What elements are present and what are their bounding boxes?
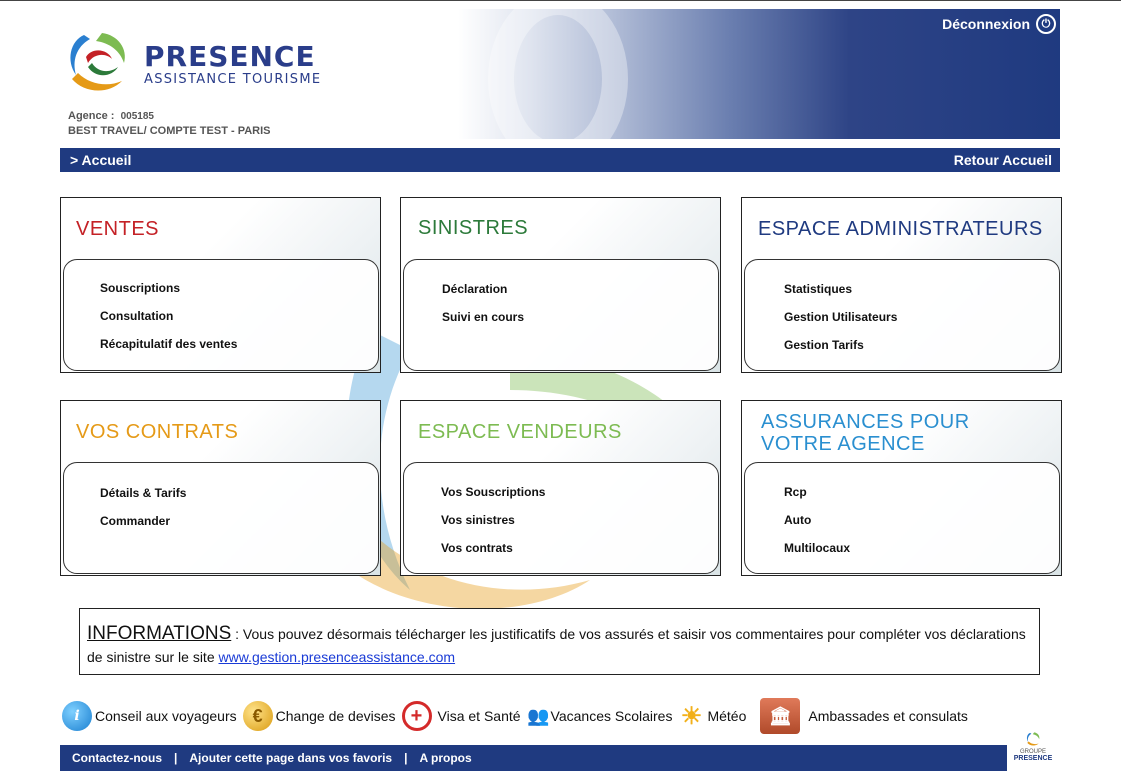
agency-info: Agence : 005185 BEST TRAVEL/ COMPTE TEST… [68,109,271,139]
services-bar: i Conseil aux voyageurs € Change de devi… [62,698,974,734]
power-icon: ⏻ [1036,14,1056,34]
footer-link-about[interactable]: A propos [419,751,471,765]
service-label: Ambassades et consulats [808,708,968,724]
brand: PRESENCE ASSISTANCE TOURISME [144,40,322,88]
footer-link-contact[interactable]: Contactez-nous [72,751,162,765]
groupe-logo-icon [1026,732,1040,746]
euro-icon: € [242,701,273,731]
presence-logo [70,33,125,91]
header-banner: Déconnexion ⏻ [458,9,1060,139]
agency-number: 005185 [120,111,154,122]
service-meteo[interactable]: ☀ Météo [678,701,747,731]
banner-swirl [488,9,628,139]
panel-menu-ventes: Souscriptions Consultation Récapitulatif… [63,259,379,371]
panel-sinistres: SINISTRES Déclaration Suivi en cours [400,197,721,373]
menu-item-vos-souscriptions[interactable]: Vos Souscriptions [441,485,545,499]
panel-title-ventes: VENTES [76,218,160,240]
service-ambassades-consulats[interactable]: 🏛 Ambassades et consulats [760,698,968,734]
service-vacances-scolaires[interactable]: 👥 Vacances Scolaires [527,701,673,731]
panel-title-vos-contrats: VOS CONTRATS [76,421,239,443]
panel-title-line-1: ASSURANCES POUR [761,411,970,433]
panel-menu-vendeurs: Vos Souscriptions Vos sinistres Vos cont… [403,462,719,574]
information-title: INFORMATIONS [87,623,232,644]
groupe-name: PRESENCE [1013,755,1053,762]
service-label: Météo [707,708,747,724]
logout-label: Déconnexion [942,16,1030,32]
top-border [0,0,1121,1]
header: PRESENCE ASSISTANCE TOURISME Agence : 00… [60,9,1060,139]
health-cross-icon: + [401,701,432,731]
menu-item-suivi-en-cours[interactable]: Suivi en cours [442,310,524,324]
information-link[interactable]: www.gestion.presenceassistance.com [219,649,456,665]
menu-item-vos-contrats[interactable]: Vos contrats [441,541,513,555]
info-icon: i [62,701,92,731]
brand-subtitle: ASSISTANCE TOURISME [144,72,322,87]
menu-item-souscriptions[interactable]: Souscriptions [100,281,180,295]
footer-separator: | [174,751,178,765]
menu-item-consultation[interactable]: Consultation [100,309,173,323]
menu-item-commander[interactable]: Commander [100,514,170,528]
panel-vos-contrats: VOS CONTRATS Détails & Tarifs Commander [60,400,381,576]
menu-item-statistiques[interactable]: Statistiques [784,282,852,296]
panel-title-assurances-agence: ASSURANCES POUR VOTRE AGENCE [761,411,970,455]
menu-item-details-tarifs[interactable]: Détails & Tarifs [100,486,186,500]
agency-label: Agence : [68,110,115,122]
logout-button[interactable]: Déconnexion ⏻ [942,14,1056,34]
service-change-devises[interactable]: € Change de devises [242,701,396,731]
service-conseil-voyageurs[interactable]: i Conseil aux voyageurs [62,701,237,731]
footer-separator: | [404,751,408,765]
information-box: INFORMATIONS : Vous pouvez désormais tél… [79,608,1040,675]
panel-menu-administrateurs: Statistiques Gestion Utilisateurs Gestio… [744,259,1060,371]
panel-menu-vos-contrats: Détails & Tarifs Commander [63,462,379,574]
panel-title-espace-vendeurs: ESPACE VENDEURS [418,421,622,443]
panel-menu-assurances: Rcp Auto Multilocaux [744,462,1060,574]
menu-item-gestion-tarifs[interactable]: Gestion Tarifs [784,338,864,352]
panel-title-sinistres: SINISTRES [418,217,529,239]
panel-menu-sinistres: Déclaration Suivi en cours [403,259,719,371]
service-label: Visa et Santé [437,708,521,724]
panel-title-espace-administrateurs: ESPACE ADMINISTRATEURS [758,218,1043,240]
panel-ventes: VENTES Souscriptions Consultation Récapi… [60,197,381,373]
panel-espace-vendeurs: ESPACE VENDEURS Vos Souscriptions Vos si… [400,400,721,576]
brand-name: PRESENCE [144,40,316,73]
service-label: Conseil aux voyageurs [95,708,237,724]
menu-item-rcp[interactable]: Rcp [784,485,807,499]
breadcrumb[interactable]: > Accueil [70,152,131,168]
agency-name: BEST TRAVEL/ COMPTE TEST - PARIS [68,125,271,137]
groupe-presence-logo: GROUPE PRESENCE [1008,731,1058,762]
menu-item-declaration[interactable]: Déclaration [442,282,507,296]
nav-bar: > Accueil Retour Accueil [60,148,1060,172]
menu-item-gestion-utilisateurs[interactable]: Gestion Utilisateurs [784,310,897,324]
service-visa-sante[interactable]: + Visa et Santé [401,701,521,731]
footer-link-favorites[interactable]: Ajouter cette page dans vos favoris [189,751,392,765]
footer-bar: Contactez-nous | Ajouter cette page dans… [60,745,1007,771]
menu-item-recapitulatif-ventes[interactable]: Récapitulatif des ventes [100,337,237,351]
panel-title-line-2: VOTRE AGENCE [761,433,925,455]
sun-icon: ☀ [680,702,703,730]
menu-item-multilocaux[interactable]: Multilocaux [784,541,850,555]
service-label: Vacances Scolaires [550,708,673,724]
menu-item-auto[interactable]: Auto [784,513,811,527]
panel-assurances-agence: ASSURANCES POUR VOTRE AGENCE Rcp Auto Mu… [741,400,1062,576]
back-home-link[interactable]: Retour Accueil [954,152,1052,168]
panel-espace-administrateurs: ESPACE ADMINISTRATEURS Statistiques Gest… [741,197,1062,373]
service-label: Change de devises [275,708,396,724]
menu-item-vos-sinistres[interactable]: Vos sinistres [441,513,515,527]
building-icon: 🏛 [760,698,801,734]
people-icon: 👥 [527,705,550,726]
